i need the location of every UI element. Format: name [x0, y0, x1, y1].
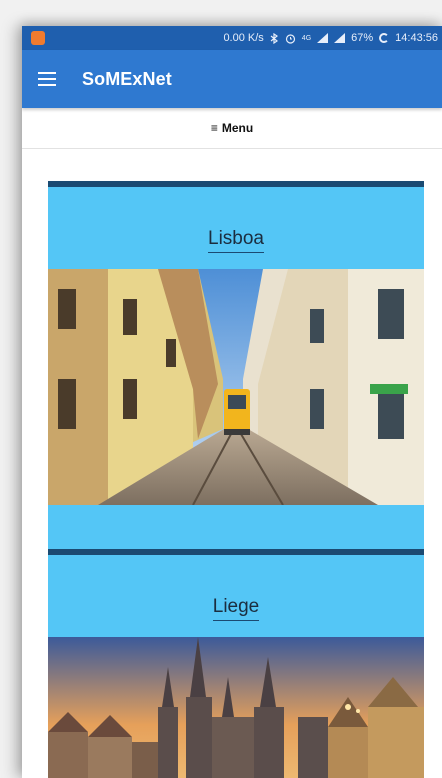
city-card-lisboa: Lisboa: [48, 181, 424, 549]
menu-toggle[interactable]: ≡ Menu: [22, 108, 442, 149]
liege-city-skyline-photo[interactable]: [48, 637, 424, 778]
clock: 14:43:56: [395, 32, 438, 44]
battery-icon: [379, 33, 390, 43]
status-indicators: 0.00 K/s 4G 67% 14:43:56: [223, 26, 438, 50]
app-title: SoMExNet: [82, 68, 172, 89]
city-title-liege[interactable]: Liege: [212, 596, 260, 621]
battery-percent: 67%: [351, 32, 374, 44]
phone-screen: 0.00 K/s 4G 67% 14:43:56 SoMExNet ≡ Menu: [22, 26, 442, 778]
alarm-icon: [285, 33, 296, 44]
signal-icon-2: [334, 33, 346, 43]
menu-label: Menu: [221, 121, 254, 135]
app-bar: SoMExNet: [22, 50, 442, 108]
city-card-liege: Liege: [48, 549, 424, 778]
city-list: Lisboa Liege: [22, 149, 442, 778]
status-bar: 0.00 K/s 4G 67% 14:43:56: [22, 26, 442, 50]
network-type: 4G: [301, 34, 312, 42]
lisbon-tram-street-photo[interactable]: [48, 269, 424, 505]
menu-icon: ≡: [210, 121, 218, 135]
city-title-lisboa[interactable]: Lisboa: [208, 228, 264, 253]
signal-icon: [317, 33, 329, 43]
bluetooth-icon: [270, 32, 279, 44]
notification-icon: [31, 31, 45, 45]
network-speed: 0.00 K/s: [223, 32, 264, 44]
hamburger-icon[interactable]: [38, 72, 56, 86]
